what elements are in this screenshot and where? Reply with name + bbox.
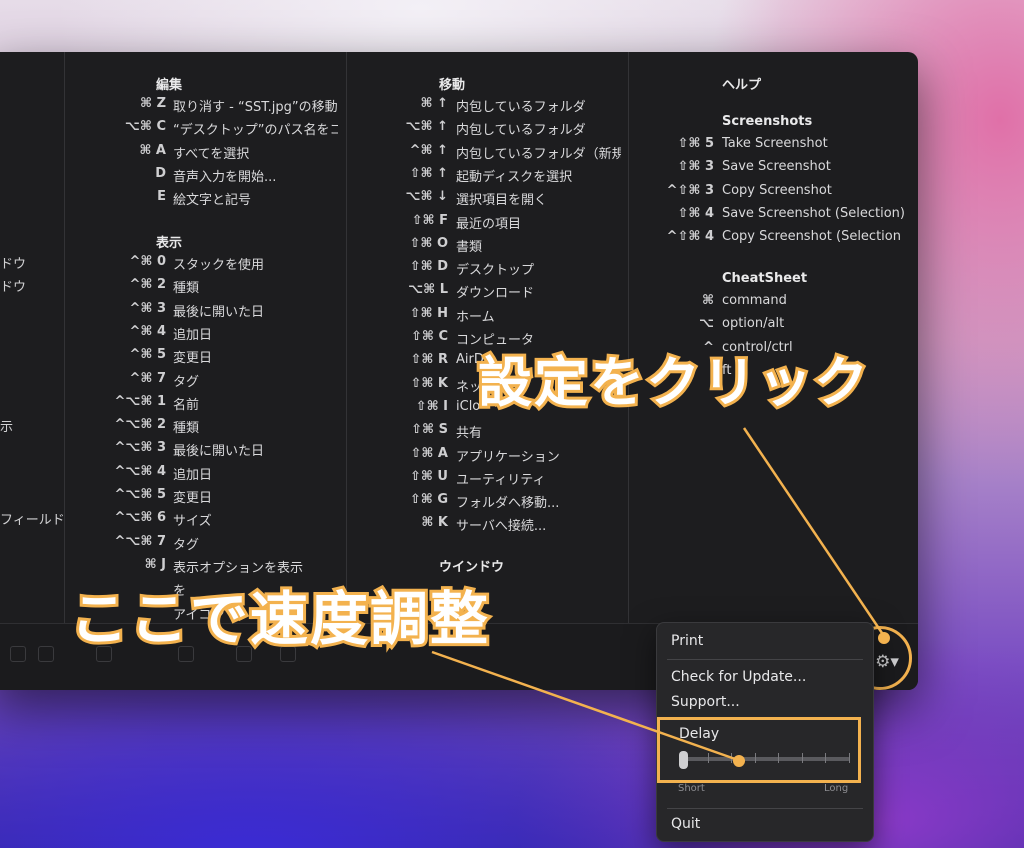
annotation-line-gear <box>742 427 886 637</box>
annotation-adjust-speed: ここで速度調整 <box>67 582 491 656</box>
annotation-line-slider <box>431 650 739 762</box>
annotation-dot-gear <box>878 632 890 644</box>
annotation-lines <box>431 427 890 767</box>
annotation-click-settings: 設定をクリック <box>475 348 871 417</box>
annotation-dot-slider <box>733 755 745 767</box>
